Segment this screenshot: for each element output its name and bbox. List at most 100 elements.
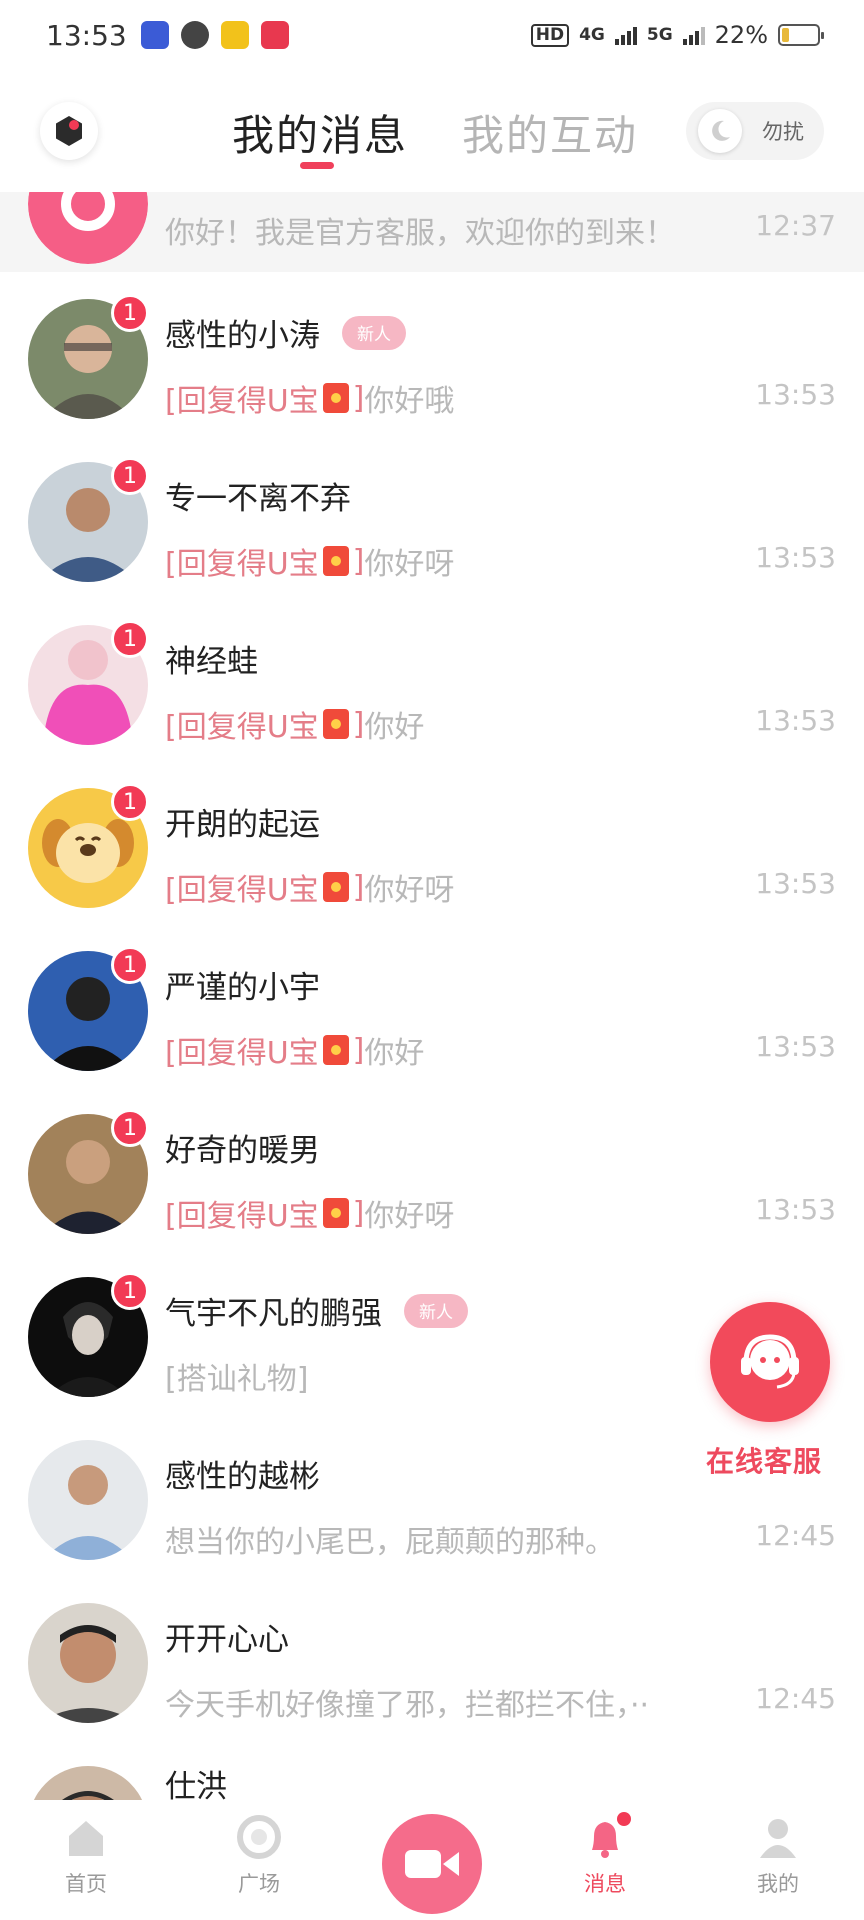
list-item[interactable]: 开开心心 今天手机好像撞了邪，拦都拦不住，·· 12:45 [0,1576,864,1739]
reward-close: ] [352,1032,365,1068]
nav-messages-label: 消息 [584,1872,626,1896]
moon-icon [698,109,742,153]
online-service-button[interactable] [710,1302,830,1422]
message-text: 你好呀 [364,1199,455,1234]
message-time: 13:53 [755,704,836,737]
headset-icon [741,1334,799,1389]
message-time: 13:53 [755,1193,836,1226]
tab-my-messages[interactable]: 我的消息 [232,102,408,163]
reward-label: [回复得U宝 [165,873,319,908]
reward-close: ] [352,1195,365,1231]
avatar [28,192,148,264]
avatar [28,1766,148,1800]
contact-name: 开朗的起运 [165,807,320,843]
nav-square-label: 广场 [238,1872,280,1896]
nav-me-label: 我的 [757,1872,799,1896]
reward-label: [回复得U宝 [165,384,319,419]
app-notification-icon [260,21,289,49]
app-notification-icon [220,21,249,49]
message-preview: [回复得U宝] 你好哦 [165,376,454,420]
square-icon [237,1815,281,1859]
message-list: 你好！我是官方客服，欢迎你的到来！ 12:37 1 感性的小涛 新人 [回复得U宝… [0,192,864,1800]
video-icon [405,1850,459,1878]
message-text: 你好呀 [364,873,455,908]
red-packet-icon [322,1035,349,1065]
list-item-official-service[interactable]: 你好！我是官方客服，欢迎你的到来！ 12:37 [0,192,864,272]
bottom-nav: 首页 广场 消息 我的 [0,1800,864,1920]
unread-badge: 1 [111,294,149,332]
app-notification-icon [180,21,209,49]
camera-button[interactable] [40,102,98,160]
status-time: 13:53 [46,18,127,52]
message-preview: [搭讪礼物] [165,1354,308,1398]
reward-close: ] [352,543,365,579]
message-time: 12:37 [755,209,836,242]
red-packet-icon [322,1198,349,1228]
reward-close: ] [352,380,365,416]
list-item[interactable]: 1 专一不离不弃 [回复得U宝] 你好呀 13:53 [0,435,864,598]
nav-messages[interactable]: 消息 [545,1812,665,1898]
unread-badge: 1 [111,620,149,658]
unread-badge: 1 [111,783,149,821]
contact-name: 气宇不凡的鹏强 [165,1296,382,1332]
contact-name: 神经蛙 [165,644,258,680]
unread-badge: 1 [111,457,149,495]
list-item[interactable]: 1 神经蛙 [回复得U宝] 你好 13:53 [0,598,864,761]
contact-name: 专一不离不弃 [165,481,351,517]
contact-name: 感性的越彬 [165,1459,320,1495]
message-time: 13:53 [755,1030,836,1063]
message-time: 12:45 [755,1519,836,1552]
list-item[interactable]: 仕洪 [0,1739,864,1800]
list-item[interactable]: 1 感性的小涛 新人 [回复得U宝] 你好哦 13:53 [0,272,864,435]
app-notification-icon [140,21,169,49]
nav-home[interactable]: 首页 [26,1812,146,1898]
message-text: 你好哦 [364,384,455,419]
nav-video-button[interactable] [382,1814,482,1914]
message-text: 今天手机好像撞了邪，拦都拦不住，·· [165,1688,650,1723]
list-item[interactable]: 感性的越彬 想当你的小尾巴，屁颠颠的那种。 12:45 [0,1413,864,1576]
nav-messages-dot [617,1812,631,1826]
message-preview: [回复得U宝] 你好 [165,1028,424,1072]
message-preview: [回复得U宝] 你好 [165,702,424,746]
avatar [28,1603,148,1723]
message-time: 13:53 [755,378,836,411]
reward-label: [回复得U宝 [165,1199,319,1234]
message-preview: 想当你的小尾巴，屁颠颠的那种。 [165,1517,615,1561]
newbie-badge: 新人 [404,1293,468,1328]
online-service-label[interactable]: 在线客服 [706,1440,822,1480]
nav-home-label: 首页 [65,1872,107,1896]
message-time: 13:53 [755,867,836,900]
contact-name: 好奇的暖男 [165,1133,320,1169]
reward-label: [回复得U宝 [165,547,319,582]
list-item[interactable]: 1 好奇的暖男 [回复得U宝] 你好呀 13:53 [0,1087,864,1250]
message-time: 12:45 [755,1682,836,1715]
list-item[interactable]: 1 开朗的起运 [回复得U宝] 你好呀 13:53 [0,761,864,924]
red-packet-icon [322,872,349,902]
reward-label: [回复得U宝 [165,1036,319,1071]
red-packet-icon [322,546,349,576]
nav-me[interactable]: 我的 [718,1812,838,1898]
message-text: [搭讪礼物] [165,1362,309,1397]
message-preview: [回复得U宝] 你好呀 [165,539,454,583]
status-bar: 13:53 HD 4G 5G 22% [0,0,864,70]
home-icon [69,1821,103,1856]
user-icon [760,1819,796,1858]
signal-icon [614,25,637,45]
list-item[interactable]: 1 严谨的小宇 [回复得U宝] 你好 13:53 [0,924,864,1087]
contact-name: 感性的小涛 [165,318,320,354]
reward-label: [回复得U宝 [165,710,319,745]
message-text: 想当你的小尾巴，屁颠颠的那种。 [165,1525,615,1560]
nav-square[interactable]: 广场 [199,1812,319,1898]
newbie-badge: 新人 [342,315,406,350]
red-packet-icon [322,383,349,413]
dnd-label: 勿扰 [762,120,804,144]
unread-badge: 1 [111,1272,149,1310]
message-preview: [回复得U宝] 你好呀 [165,1191,454,1235]
reward-close: ] [352,869,365,905]
message-text: 你好 [364,1036,425,1071]
red-packet-icon [322,709,349,739]
tab-my-interactions[interactable]: 我的互动 [462,102,638,163]
message-text: 你好 [364,710,425,745]
message-preview: 今天手机好像撞了邪，拦都拦不住，·· [165,1680,649,1724]
do-not-disturb-toggle[interactable]: 勿扰 [686,102,824,160]
